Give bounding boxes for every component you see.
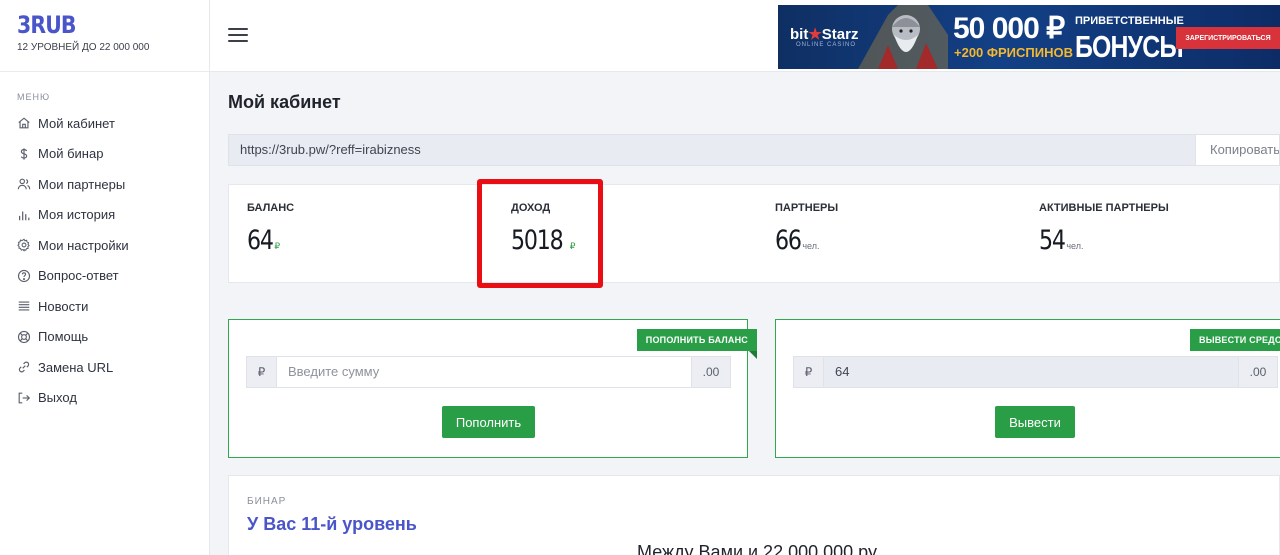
banner-register-button[interactable]: ЗАРЕГИСТРИРОВАТЬСЯ	[1176, 27, 1280, 49]
stat-label: АКТИВНЫЕ ПАРТНЕРЫ	[1039, 202, 1169, 214]
stat-label: БАЛАНС	[247, 202, 295, 214]
withdraw-button[interactable]: Вывести	[995, 406, 1075, 438]
sidebar-item-change-url[interactable]: Замена URL	[0, 352, 209, 383]
viking-illustration	[858, 5, 948, 69]
stat-label: ПАРТНЕРЫ	[775, 202, 839, 214]
income-highlight-box	[477, 179, 603, 288]
deposit-panel: ПОПОЛНИТЬ БАЛАНС ₽ Введите сумму .00 Поп…	[228, 319, 758, 458]
sidebar: 3RUB 12 УРОВНЕЙ ДО 22 000 000 МЕНЮ Мой к…	[0, 0, 210, 555]
brand-subtitle: 12 УРОВНЕЙ ДО 22 000 000	[17, 42, 150, 53]
gear-icon	[17, 238, 31, 253]
dollar-icon	[17, 147, 31, 161]
brand-logo[interactable]: 3RUB	[17, 12, 166, 38]
sidebar-item-news[interactable]: Новости	[0, 291, 209, 322]
sidebar-item-faq[interactable]: Вопрос-ответ	[0, 261, 209, 292]
sidebar-item-cabinet[interactable]: Мой кабинет	[0, 108, 209, 139]
list-icon	[17, 299, 31, 313]
withdraw-tag: ВЫВЕСТИ СРЕДСТВА	[1190, 329, 1280, 351]
banner-bonus: БОНУСЫ	[1075, 29, 1184, 64]
stat-value: 64 ₽	[247, 225, 280, 256]
stats-card: БАЛАНС 64 ₽ ДОХОД 5018 ₽ ПАРТНЕРЫ 66 чел. А…	[228, 184, 1280, 283]
deposit-amount-input[interactable]: Введите сумму	[277, 356, 691, 388]
banner-logo: bit★Starz	[790, 26, 859, 43]
referral-link-field[interactable]: https://3rub.pw/?reff=irabizness	[228, 134, 1196, 166]
ruble-unit: ₽	[274, 241, 281, 251]
ruble-prefix: ₽	[246, 356, 277, 388]
sidebar-item-binar[interactable]: Мой бинар	[0, 139, 209, 170]
stat-number: 64	[247, 225, 274, 256]
withdraw-amount-group: ₽ 64 .00	[793, 356, 1278, 388]
sidebar-item-label: Мой бинар	[38, 146, 104, 162]
copy-button[interactable]: Копировать	[1196, 134, 1280, 166]
stat-value: 66 чел.	[775, 225, 820, 256]
banner-amount: 50 000 ₽	[953, 12, 1065, 45]
banner-greeting: ПРИВЕТСТВЕННЫЕ	[1075, 15, 1184, 27]
sidebar-item-logout[interactable]: Выход	[0, 383, 209, 414]
sidebar-item-label: Новости	[38, 298, 89, 314]
bar-chart-icon	[17, 208, 31, 222]
deposit-amount-group: ₽ Введите сумму .00	[246, 356, 731, 388]
users-icon	[17, 177, 31, 191]
home-icon	[17, 116, 31, 130]
sidebar-item-label: Выход	[38, 390, 77, 406]
sidebar-item-settings[interactable]: Мои настройки	[0, 230, 209, 261]
sidebar-item-label: Моя история	[38, 207, 116, 223]
referral-link-group: https://3rub.pw/?reff=irabizness Копиров…	[228, 134, 1280, 166]
page-title: Мой кабинет	[228, 92, 341, 112]
logout-icon	[17, 391, 31, 405]
stat-value: 54 чел.	[1039, 225, 1084, 256]
people-unit: чел.	[802, 241, 820, 251]
decimal-suffix: .00	[1238, 356, 1278, 388]
topbar: bit★Starz ONLINE CASINO 50 000 ₽ +200 ФР…	[210, 0, 1280, 72]
sidebar-item-label: Замена URL	[38, 359, 114, 375]
sidebar-item-label: Мои настройки	[38, 237, 129, 253]
withdraw-panel: ВЫВЕСТИ СРЕДСТВА ₽ 64 .00 Вывести	[775, 319, 1280, 458]
binar-caption: БИНАР	[247, 496, 287, 507]
decimal-suffix: .00	[691, 356, 731, 388]
sidebar-item-help[interactable]: Помощь	[0, 322, 209, 353]
sidebar-item-label: Вопрос-ответ	[38, 268, 119, 284]
binar-card: БИНАР У Вас 11-й уровень Между Вами и 22…	[228, 475, 1280, 555]
deposit-button[interactable]: Пополнить	[442, 406, 535, 438]
deposit-tag: ПОПОЛНИТЬ БАЛАНС	[636, 329, 758, 359]
menu-caption: МЕНЮ	[17, 92, 51, 102]
brand: 3RUB 12 УРОВНЕЙ ДО 22 000 000	[0, 0, 209, 72]
sidebar-item-label: Мой кабинет	[38, 115, 115, 131]
sidebar-item-history[interactable]: Моя история	[0, 200, 209, 231]
sidebar-item-label: Помощь	[38, 329, 89, 345]
binar-progress-text: Между Вами и 22 000 000 ру	[637, 542, 877, 555]
lifebuoy-icon	[17, 330, 31, 344]
stat-number: 66	[775, 225, 802, 256]
ad-banner[interactable]: bit★Starz ONLINE CASINO 50 000 ₽ +200 ФР…	[778, 5, 1280, 69]
banner-logo-subtitle: ONLINE CASINO	[796, 42, 857, 48]
binar-level-title: У Вас 11-й уровень	[247, 514, 417, 534]
question-icon	[17, 269, 31, 283]
withdraw-amount-input[interactable]: 64	[824, 356, 1238, 388]
stat-number: 54	[1039, 225, 1066, 256]
banner-freespins: +200 ФРИСПИНОВ	[954, 45, 1073, 60]
sidebar-item-label: Мои партнеры	[38, 176, 126, 192]
star-icon: ★	[808, 26, 822, 43]
link-icon	[17, 360, 31, 374]
ruble-prefix: ₽	[793, 356, 824, 388]
people-unit: чел.	[1066, 241, 1084, 251]
sidebar-item-partners[interactable]: Мои партнеры	[0, 169, 209, 200]
menu-toggle-icon[interactable]	[228, 28, 248, 44]
